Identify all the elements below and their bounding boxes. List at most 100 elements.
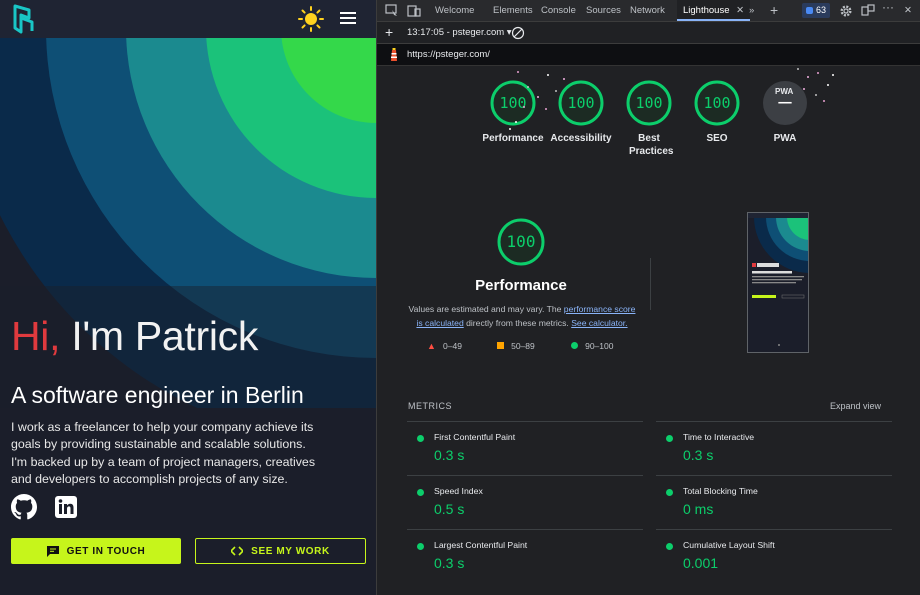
- issues-badge[interactable]: 63: [802, 3, 830, 18]
- pass-indicator-icon: [666, 435, 673, 442]
- device-toolbar-icon[interactable]: [407, 4, 421, 18]
- pass-indicator-icon: [666, 489, 673, 496]
- legend-average-label: 50–89: [511, 341, 535, 351]
- get-in-touch-button[interactable]: GET IN TOUCH: [11, 538, 181, 564]
- lighthouse-toolbar: + 13:17:05 - psteger.com ▾: [377, 22, 920, 44]
- pwa-badge-label: PWA: [775, 87, 794, 96]
- metric-value: 0.3 s: [434, 555, 465, 571]
- gauge-score: 100: [703, 94, 731, 112]
- gauge-seo[interactable]: 100: [693, 79, 741, 127]
- more-options-icon[interactable]: ···: [882, 0, 894, 18]
- tab-lighthouse[interactable]: Lighthouse ✕: [677, 0, 751, 21]
- legend-pass: 90–100: [571, 341, 613, 351]
- pass-indicator-icon: [417, 435, 424, 442]
- chat-icon: [46, 545, 59, 557]
- metric-name: Largest Contentful Paint: [434, 540, 528, 550]
- metric-speed-index: Speed Index 0.5 s: [407, 475, 643, 529]
- confetti-dot: [517, 71, 519, 73]
- website-viewport: Hi, I'm Patrick A software engineer in B…: [0, 0, 376, 595]
- tab-network[interactable]: Network: [630, 0, 665, 21]
- inspect-element-icon[interactable]: [385, 4, 399, 18]
- hero-tagline: A software engineer in Berlin: [11, 382, 304, 408]
- new-report-icon[interactable]: +: [385, 22, 393, 43]
- confetti-dot: [827, 84, 829, 86]
- tab-sources[interactable]: Sources: [586, 0, 621, 21]
- menu-icon[interactable]: [340, 11, 356, 25]
- more-tabs-icon[interactable]: »: [749, 0, 754, 21]
- performance-title: Performance: [475, 277, 567, 294]
- confetti-dot: [545, 108, 547, 110]
- lighthouse-icon: [391, 48, 397, 61]
- legend-fail: ▲ 0–49: [427, 341, 462, 351]
- sun-icon[interactable]: [298, 6, 324, 32]
- tab-elements[interactable]: Elements: [493, 0, 533, 21]
- metric-largest-contentful-paint: Largest Contentful Paint 0.3 s: [407, 529, 643, 583]
- site-header: [0, 0, 376, 38]
- confetti-dot: [832, 74, 834, 76]
- metric-time-to-interactive: Time to Interactive 0.3 s: [656, 421, 892, 475]
- gauge-score: 100: [635, 94, 663, 112]
- code-icon: [231, 546, 244, 556]
- pass-indicator-icon: [417, 543, 424, 550]
- hero-text: Hi, I'm Patrick A software engineer in B…: [11, 316, 371, 520]
- new-tab-icon[interactable]: +: [770, 0, 778, 21]
- legend-average: 50–89: [497, 341, 535, 351]
- confetti-dot: [515, 121, 517, 123]
- confetti-dot: [803, 88, 805, 90]
- performance-description: Values are estimated and may vary. The p…: [407, 302, 637, 330]
- report-url[interactable]: https://psteger.com/: [407, 44, 490, 66]
- confetti-dot: [555, 90, 557, 92]
- confetti-dot: [797, 68, 799, 70]
- confetti-dot: [817, 72, 819, 74]
- metric-first-contentful-paint: First Contentful Paint 0.3 s: [407, 421, 643, 475]
- close-icon[interactable]: ✕: [736, 5, 744, 16]
- legend-fail-label: 0–49: [443, 341, 462, 351]
- metric-value: 0.001: [683, 555, 719, 571]
- final-screenshot-thumbnail[interactable]: [747, 212, 809, 353]
- clear-icon[interactable]: [511, 26, 525, 40]
- expand-view-toggle[interactable]: Expand view: [830, 401, 881, 411]
- metric-value: 0.3 s: [434, 447, 465, 463]
- lighthouse-report: 100 Performance 100 Accessibility 100 Best Pr…: [377, 66, 920, 595]
- metric-name: Time to Interactive: [683, 432, 755, 442]
- report-time-label: 13:17:05 - psteger.com: [407, 27, 505, 38]
- report-url-bar: https://psteger.com/: [377, 44, 920, 66]
- legend-pass-label: 90–100: [585, 341, 614, 351]
- metric-name: First Contentful Paint: [434, 432, 516, 442]
- get-in-touch-label: GET IN TOUCH: [66, 545, 146, 557]
- metrics-heading: METRICS: [408, 401, 452, 411]
- pass-indicator-icon: [417, 489, 424, 496]
- circle-icon: [571, 342, 578, 349]
- see-my-work-label: SEE MY WORK: [251, 545, 330, 557]
- greeting-hi: Hi,: [11, 313, 61, 359]
- gauge-performance[interactable]: 100: [489, 79, 537, 127]
- see-calculator-link[interactable]: See calculator.: [571, 318, 627, 328]
- metric-name: Total Blocking Time: [683, 486, 758, 496]
- metric-name: Speed Index: [434, 486, 483, 496]
- see-my-work-button[interactable]: SEE MY WORK: [195, 538, 366, 564]
- tab-console[interactable]: Console: [541, 0, 576, 21]
- confetti-dot: [537, 96, 539, 98]
- greeting-name: I'm Patrick: [71, 313, 259, 359]
- github-icon[interactable]: [11, 494, 37, 520]
- gauge-score: 100: [567, 94, 595, 112]
- devtools-tabbar: Welcome Elements Console Sources Network…: [377, 0, 920, 22]
- close-devtools-icon[interactable]: ✕: [904, 0, 912, 21]
- logo-icon[interactable]: [12, 4, 38, 34]
- hero-greeting: Hi, I'm Patrick: [11, 316, 371, 357]
- tab-welcome[interactable]: Welcome: [435, 0, 474, 21]
- report-selector[interactable]: 13:17:05 - psteger.com ▾: [407, 22, 512, 43]
- confetti-dot: [563, 78, 565, 80]
- metric-value: 0.3 s: [683, 447, 714, 463]
- linkedin-icon[interactable]: [55, 496, 77, 518]
- gauge-pwa[interactable]: – PWA: [761, 79, 809, 127]
- gear-icon[interactable]: [839, 4, 853, 18]
- square-icon: [497, 342, 504, 349]
- confetti-dot: [509, 128, 511, 130]
- confetti-dot: [527, 86, 529, 88]
- gauge-best-practices[interactable]: 100: [625, 79, 673, 127]
- remote-devices-icon[interactable]: [861, 4, 875, 18]
- gauge-accessibility[interactable]: 100: [557, 79, 605, 127]
- confetti-dot: [547, 74, 549, 76]
- desc-middle: directly from these metrics.: [463, 318, 572, 328]
